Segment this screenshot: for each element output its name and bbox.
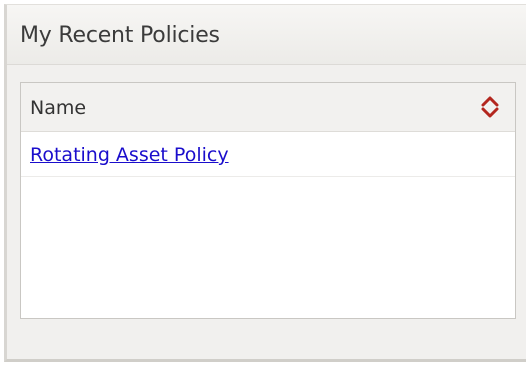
panel-header: My Recent Policies bbox=[7, 5, 526, 65]
grid-header: Name bbox=[21, 83, 515, 132]
policy-link[interactable]: Rotating Asset Policy bbox=[30, 144, 229, 166]
recent-policies-panel: My Recent Policies Name Rotating Asset P… bbox=[4, 4, 526, 362]
column-header-name[interactable]: Name bbox=[30, 97, 86, 119]
policies-grid: Name Rotating Asset Policy bbox=[20, 82, 516, 319]
sort-up-down-icon[interactable] bbox=[479, 95, 501, 119]
table-row: Rotating Asset Policy bbox=[21, 132, 515, 177]
panel-title: My Recent Policies bbox=[20, 23, 220, 48]
